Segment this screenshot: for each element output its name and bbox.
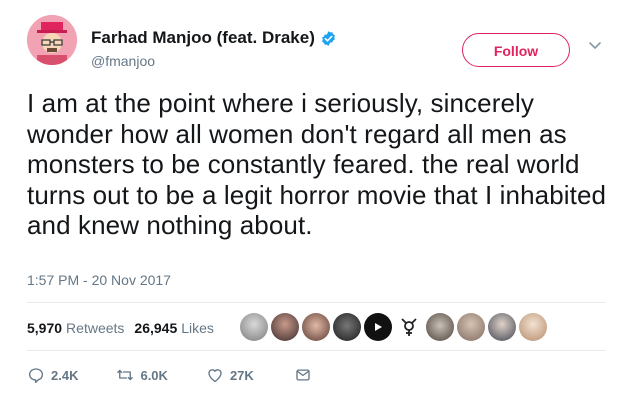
liker-avatar[interactable] — [240, 313, 268, 341]
reply-count: 2.4K — [51, 367, 79, 383]
retweets-label[interactable]: Retweets — [66, 320, 124, 336]
avatar-illustration — [27, 15, 77, 65]
message-icon — [296, 369, 310, 381]
reply-button[interactable]: 2.4K — [27, 366, 78, 384]
liker-avatar[interactable] — [426, 313, 454, 341]
liker-avatar[interactable] — [271, 313, 299, 341]
message-button[interactable] — [294, 366, 312, 384]
chevron-down-icon[interactable] — [588, 41, 602, 51]
like-icon — [208, 369, 222, 383]
retweet-icon — [117, 369, 134, 381]
verified-badge-icon — [322, 30, 335, 46]
avatar[interactable] — [27, 15, 77, 65]
liker-avatar[interactable] — [333, 313, 361, 341]
author-name-row[interactable]: Farhad Manjoo (feat. Drake) — [91, 28, 337, 48]
handle[interactable]: @fmanjoo — [91, 53, 155, 69]
retweet-button[interactable]: 6.0K — [116, 366, 168, 384]
divider-top — [27, 302, 606, 303]
like-count: 27K — [229, 367, 254, 383]
liker-avatar[interactable] — [364, 313, 392, 341]
tweet-actions: 2.4K 6.0K 27K — [27, 366, 312, 384]
tweet-stats: 5,970 Retweets 26,945 Likes — [27, 320, 214, 336]
reply-icon — [28, 368, 44, 384]
follow-button[interactable]: Follow — [462, 33, 570, 67]
likes-count[interactable]: 26,945 — [134, 320, 177, 336]
like-button[interactable]: 27K — [206, 366, 254, 384]
liker-avatar[interactable] — [395, 313, 423, 341]
liker-avatar[interactable] — [302, 313, 330, 341]
liker-avatar[interactable] — [519, 313, 547, 341]
display-name[interactable]: Farhad Manjoo (feat. Drake) — [91, 28, 315, 48]
gender-symbol-icon — [401, 318, 417, 336]
liker-avatar[interactable] — [488, 313, 516, 341]
liker-avatars — [240, 313, 550, 341]
divider-bottom — [27, 350, 606, 351]
play-icon — [375, 323, 382, 331]
likes-label[interactable]: Likes — [181, 320, 214, 336]
tweet-timestamp[interactable]: 1:57 PM - 20 Nov 2017 — [27, 272, 171, 288]
retweet-count: 6.0K — [140, 367, 168, 383]
liker-avatar[interactable] — [457, 313, 485, 341]
tweet-text: I am at the point where i seriously, sin… — [27, 88, 607, 240]
retweets-count[interactable]: 5,970 — [27, 320, 62, 336]
